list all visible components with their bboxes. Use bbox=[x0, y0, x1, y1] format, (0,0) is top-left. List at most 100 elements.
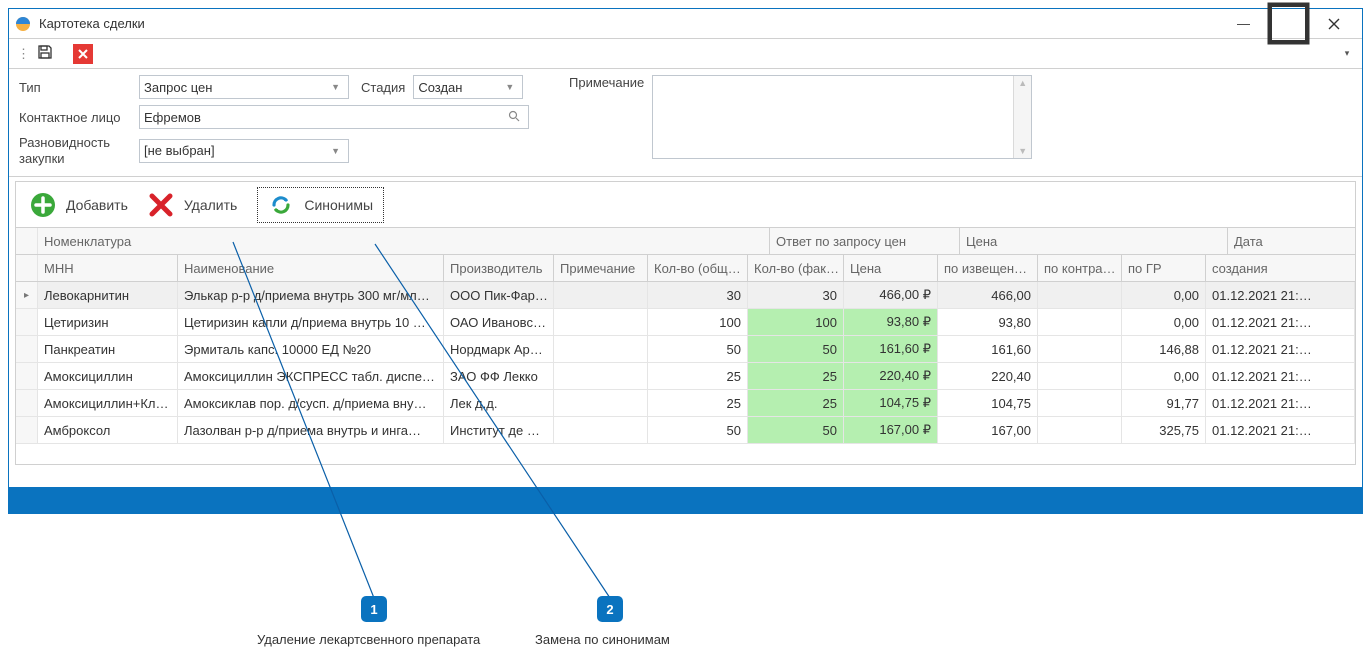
note-value bbox=[653, 76, 1013, 158]
header-date[interactable]: создания bbox=[1206, 255, 1355, 281]
table-row[interactable]: ПанкреатинЭрмиталь капс. 10000 ЕД №20Нор… bbox=[16, 336, 1355, 363]
header-note[interactable]: Примечание bbox=[554, 255, 648, 281]
cell-mnn: Амоксициллин bbox=[38, 363, 178, 389]
variety-value: [не выбран] bbox=[144, 143, 215, 158]
search-icon[interactable] bbox=[504, 110, 524, 125]
form-area: Тип Запрос цен ▼ Стадия Создан ▼ Контакт… bbox=[9, 69, 1362, 177]
cell-p2 bbox=[1038, 336, 1122, 362]
cell-prod: Нордмарк Ар… bbox=[444, 336, 554, 362]
header-p1[interactable]: по извещен… bbox=[938, 255, 1038, 281]
cell-p1: 104,75 bbox=[938, 390, 1038, 416]
note-textarea[interactable]: ▲▼ bbox=[652, 75, 1032, 159]
cell-name: Лазолван р-р д/приема внутрь и инга… bbox=[178, 417, 444, 443]
cell-p2 bbox=[1038, 417, 1122, 443]
refresh-icon bbox=[268, 192, 294, 218]
toolbar-overflow-button[interactable]: ▾ bbox=[1340, 48, 1354, 59]
purchase-variety-combo[interactable]: [не выбран] ▼ bbox=[139, 139, 349, 163]
type-value: Запрос цен bbox=[144, 80, 212, 95]
cell-p3: 146,88 bbox=[1122, 336, 1206, 362]
cell-name: Цетиризин капли д/приема внутрь 10 … bbox=[178, 309, 444, 335]
minimize-button[interactable]: — bbox=[1221, 10, 1266, 38]
cell-qfact: 25 bbox=[748, 363, 844, 389]
type-combo[interactable]: Запрос цен ▼ bbox=[139, 75, 349, 99]
column-header-group-row: Номенклатура Ответ по запросу цен Цена Д… bbox=[16, 228, 1355, 255]
stage-value: Создан bbox=[418, 80, 462, 95]
table-row[interactable]: ЦетиризинЦетиризин капли д/приема внутрь… bbox=[16, 309, 1355, 336]
table-row[interactable]: Амоксициллин+Кл…Амоксиклав пор. д/сусп. … bbox=[16, 390, 1355, 417]
close-red-button[interactable] bbox=[73, 44, 93, 64]
cell-mnn: Левокарнитин bbox=[38, 282, 178, 308]
cell-p2 bbox=[1038, 363, 1122, 389]
callout-badge-1: 1 bbox=[361, 596, 387, 622]
cell-p2 bbox=[1038, 282, 1122, 308]
cell-prod: ОАО Ивановс… bbox=[444, 309, 554, 335]
table-row[interactable]: АмоксициллинАмоксициллин ЭКСПРЕСС табл. … bbox=[16, 363, 1355, 390]
cell-p1: 161,60 bbox=[938, 336, 1038, 362]
cell-qtot: 25 bbox=[648, 363, 748, 389]
scrollbar[interactable]: ▲▼ bbox=[1013, 76, 1031, 158]
save-button[interactable] bbox=[37, 44, 53, 63]
cell-p3: 0,00 bbox=[1122, 309, 1206, 335]
cell-mnn: Амоксициллин+Кл… bbox=[38, 390, 178, 416]
cell-qtot: 100 bbox=[648, 309, 748, 335]
table-row[interactable]: АмброксолЛазолван р-р д/приема внутрь и … bbox=[16, 417, 1355, 444]
callout-badge-2: 2 bbox=[597, 596, 623, 622]
header-qfact[interactable]: Кол-во (фак… bbox=[748, 255, 844, 281]
row-indicator: ▸ bbox=[16, 282, 38, 308]
header-p3[interactable]: по ГР bbox=[1122, 255, 1206, 281]
header-prod[interactable]: Производитель bbox=[444, 255, 554, 281]
cell-date: 01.12.2021 21:… bbox=[1206, 363, 1355, 389]
items-grid: Номенклатура Ответ по запросу цен Цена Д… bbox=[15, 227, 1356, 465]
cell-qtot: 50 bbox=[648, 336, 748, 362]
header-group-nomenclature[interactable]: Номенклатура bbox=[38, 228, 770, 254]
cell-price: 93,80 ₽ bbox=[844, 309, 938, 335]
header-qtot[interactable]: Кол-во (общ… bbox=[648, 255, 748, 281]
close-button[interactable] bbox=[1311, 10, 1356, 38]
cell-p3: 0,00 bbox=[1122, 282, 1206, 308]
cell-name: Эрмиталь капс. 10000 ЕД №20 bbox=[178, 336, 444, 362]
status-bar bbox=[9, 487, 1362, 513]
row-indicator bbox=[16, 390, 38, 416]
cell-price: 466,00 ₽ bbox=[844, 282, 938, 308]
cell-note bbox=[554, 390, 648, 416]
row-indicator bbox=[16, 336, 38, 362]
grid-toolbar: Добавить Удалить Синонимы bbox=[15, 181, 1356, 227]
table-row[interactable]: ▸ЛевокарнитинЭлькар р-р д/приема внутрь … bbox=[16, 282, 1355, 309]
cell-note bbox=[554, 363, 648, 389]
cell-price: 104,75 ₽ bbox=[844, 390, 938, 416]
chevron-down-icon: ▼ bbox=[327, 82, 344, 92]
cell-date: 01.12.2021 21:… bbox=[1206, 417, 1355, 443]
header-group-date[interactable]: Дата bbox=[1228, 228, 1355, 254]
cell-p3: 91,77 bbox=[1122, 390, 1206, 416]
header-mnn[interactable]: МНН bbox=[38, 255, 178, 281]
synonyms-button[interactable]: Синонимы bbox=[257, 187, 384, 223]
cell-note bbox=[554, 417, 648, 443]
cell-mnn: Панкреатин bbox=[38, 336, 178, 362]
note-label: Примечание bbox=[569, 75, 644, 90]
app-icon bbox=[15, 16, 31, 32]
cell-qfact: 30 bbox=[748, 282, 844, 308]
add-button[interactable]: Добавить bbox=[30, 192, 128, 218]
header-p2[interactable]: по контра… bbox=[1038, 255, 1122, 281]
titlebar: Картотека сделки — bbox=[9, 9, 1362, 39]
cell-qfact: 25 bbox=[748, 390, 844, 416]
grid-footer bbox=[16, 444, 1355, 464]
cell-p1: 167,00 bbox=[938, 417, 1038, 443]
window-toolbar: ⋮ ▾ bbox=[9, 39, 1362, 69]
maximize-button[interactable] bbox=[1266, 10, 1311, 38]
cell-qfact: 50 bbox=[748, 417, 844, 443]
cell-p3: 325,75 bbox=[1122, 417, 1206, 443]
contact-person-field[interactable]: Ефремов bbox=[139, 105, 529, 129]
cell-date: 01.12.2021 21:… bbox=[1206, 390, 1355, 416]
cell-qfact: 100 bbox=[748, 309, 844, 335]
header-price[interactable]: Цена bbox=[844, 255, 938, 281]
cell-price: 161,60 ₽ bbox=[844, 336, 938, 362]
delete-button[interactable]: Удалить bbox=[148, 192, 237, 218]
header-group-price[interactable]: Цена bbox=[960, 228, 1228, 254]
cell-p1: 466,00 bbox=[938, 282, 1038, 308]
header-name[interactable]: Наименование bbox=[178, 255, 444, 281]
stage-combo[interactable]: Создан ▼ bbox=[413, 75, 523, 99]
row-indicator bbox=[16, 363, 38, 389]
header-group-answer[interactable]: Ответ по запросу цен bbox=[770, 228, 960, 254]
window-title: Картотека сделки bbox=[39, 16, 145, 31]
